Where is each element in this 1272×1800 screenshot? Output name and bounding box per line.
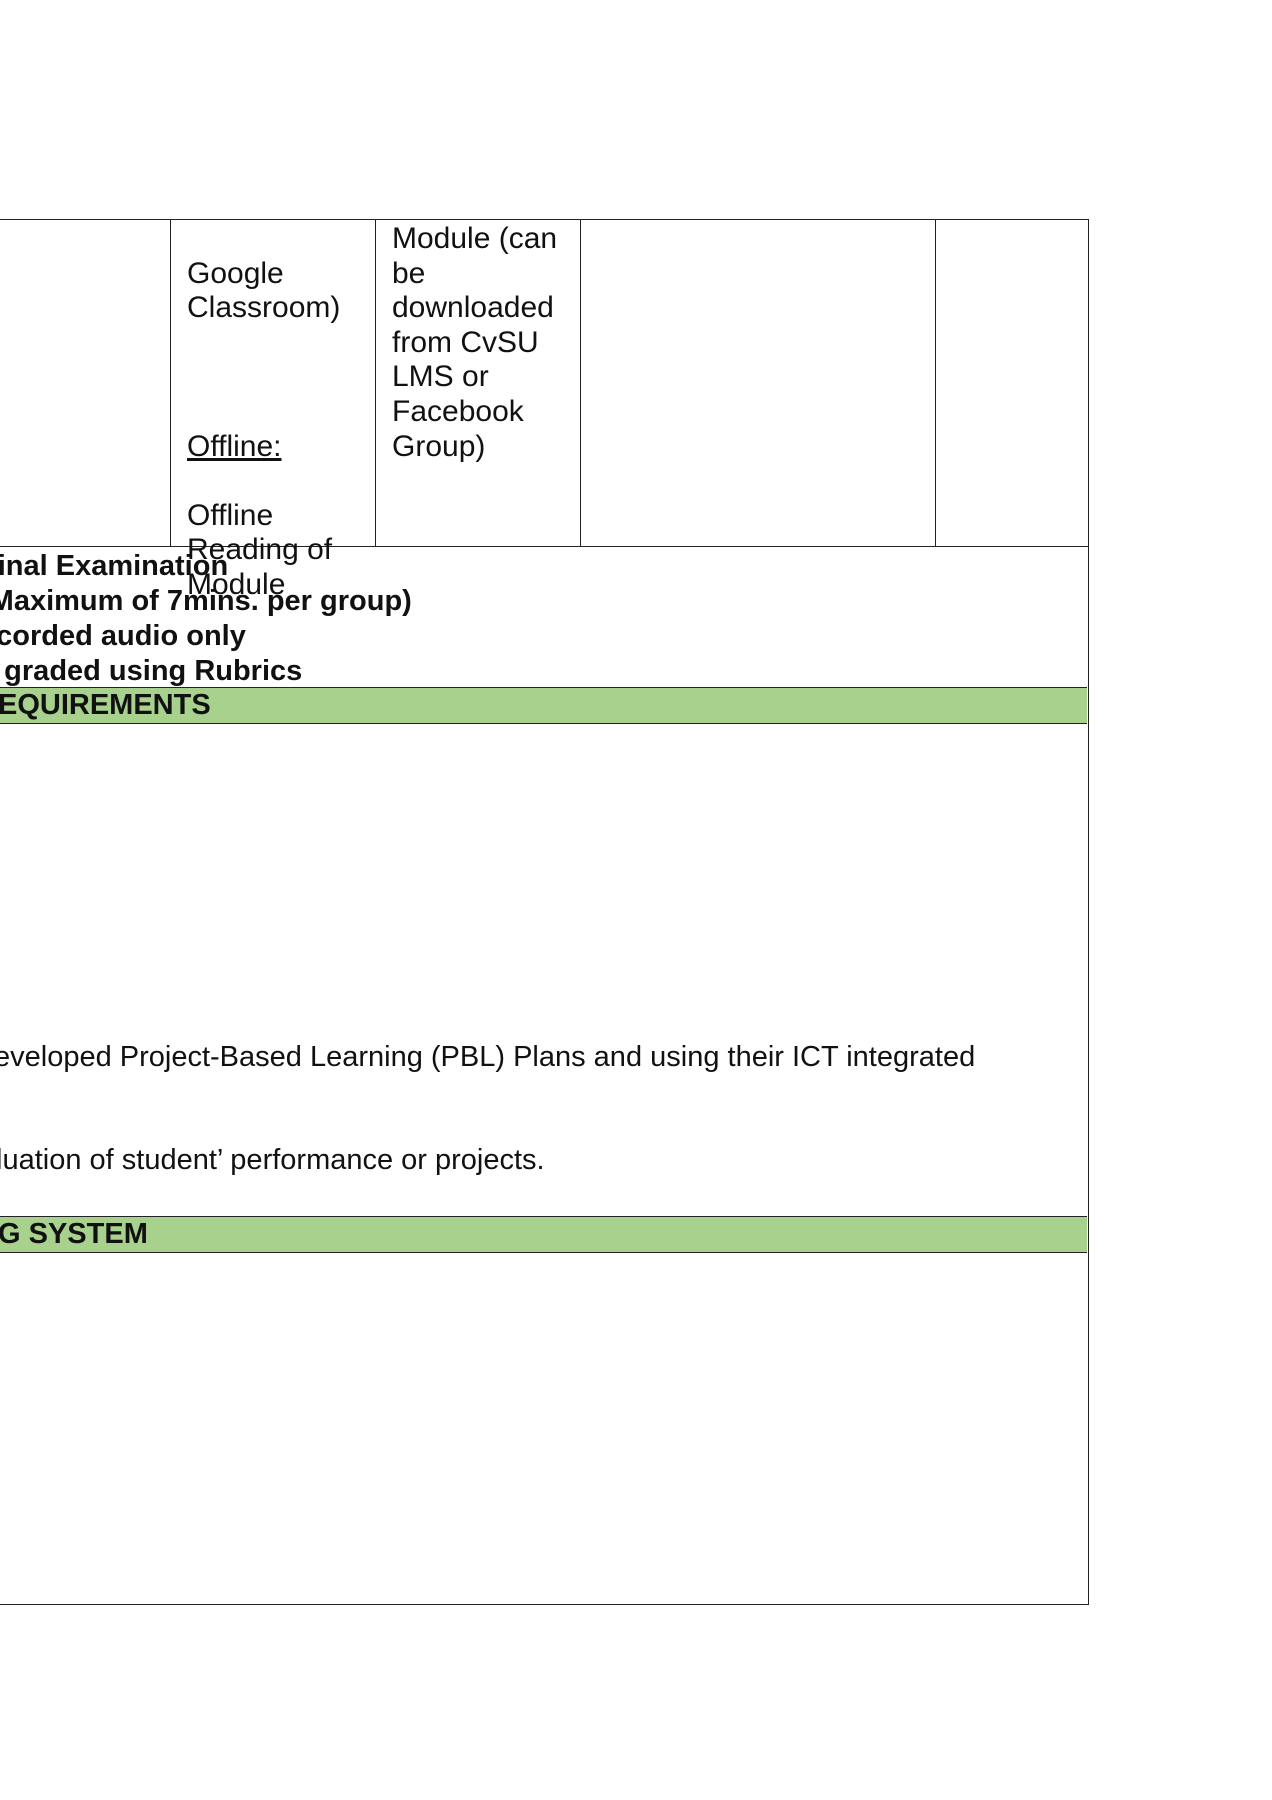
column-divider-4 [580,219,581,546]
document-page: Google Classroom) Offline: Offline Readi… [0,0,1272,1800]
table-right-border [1088,219,1089,1605]
grading-system-heading: G SYSTEM [0,1218,148,1250]
row-bottom-border [0,546,1089,547]
table-top-border [0,219,1089,220]
grading-system-section-header: G SYSTEM [0,1216,1087,1253]
requirements-text-line-1: eveloped Project-Based Learning (PBL) Pl… [0,1041,976,1073]
final-exam-notes: Final Examination (Maximum of 7mins. per… [0,549,1040,689]
exam-note-line: ecorded audio only [0,620,246,652]
requirements-heading: EQUIREMENTS [0,689,211,721]
exam-note-line: Final Examination [0,550,229,582]
offline-heading: Offline: [187,429,282,463]
column-divider-3 [375,219,376,546]
exam-note-line: (Maximum of 7mins. per group) [0,585,412,617]
requirements-section-header: EQUIREMENTS [0,687,1087,724]
materials-cell: Module (can be downloaded from CvSU LMS … [392,222,558,463]
column-divider-5 [935,219,936,546]
table-bottom-border [0,1604,1089,1605]
exam-note-line: e graded using Rubrics [0,655,303,687]
column-divider-2 [170,219,171,546]
requirements-text-line-2: luation of student’ performance or proje… [0,1144,545,1176]
online-platform-text: Google Classroom) [187,256,341,325]
